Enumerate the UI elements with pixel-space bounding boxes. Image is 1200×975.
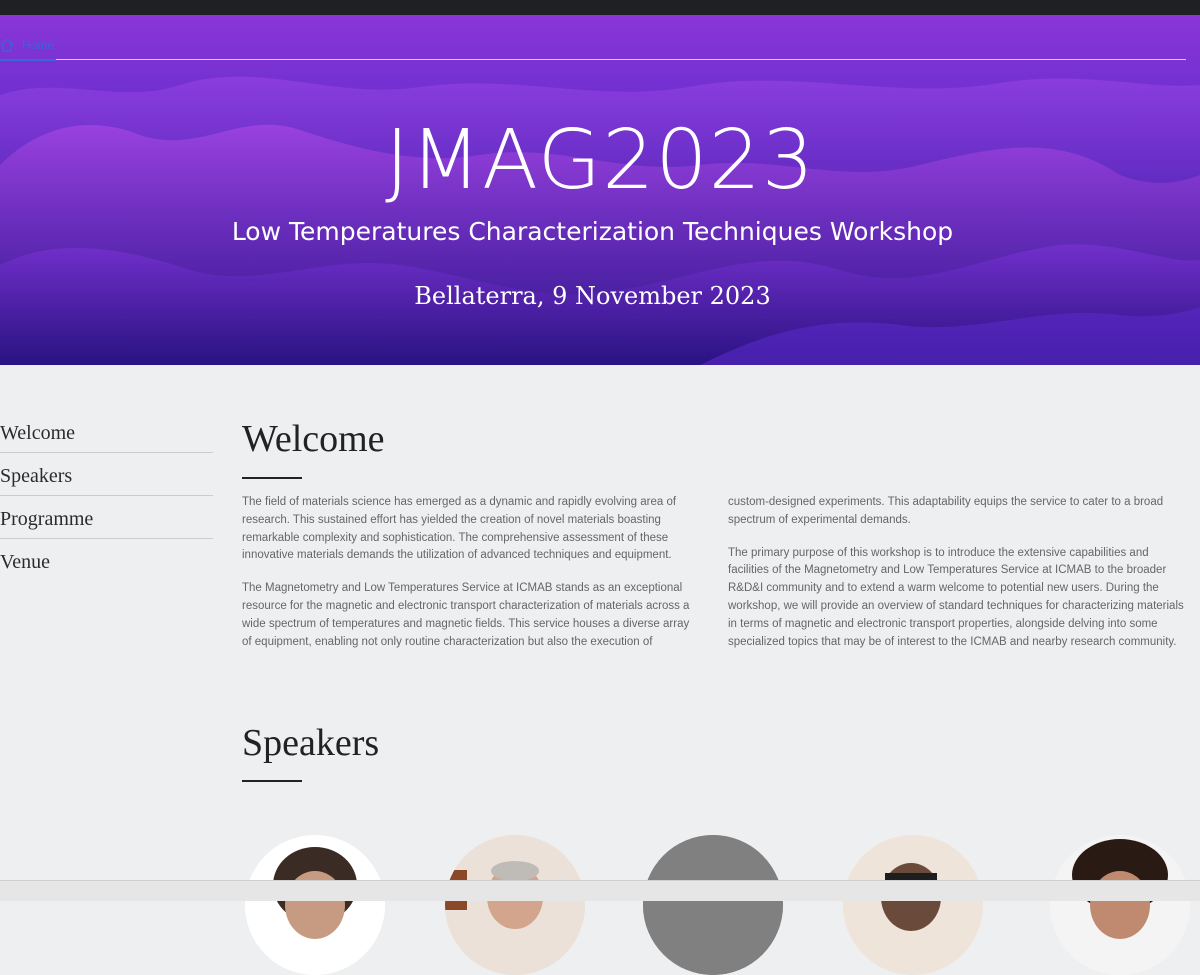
welcome-title-underline — [242, 477, 302, 479]
speaker-avatar[interactable] — [1050, 835, 1190, 975]
speaker-photo-icon — [843, 835, 983, 975]
welcome-paragraph: The primary purpose of this workshop is … — [728, 546, 1184, 648]
speaker-avatar[interactable] — [245, 835, 385, 975]
speaker-avatar[interactable] — [843, 835, 983, 975]
sidebar-item-venue[interactable]: Venue — [0, 539, 213, 581]
welcome-title: Welcome — [242, 418, 385, 460]
browser-bottom-bar — [0, 880, 1200, 901]
welcome-paragraph: The field of materials science has emerg… — [242, 496, 677, 562]
speaker-photo-icon — [445, 835, 585, 975]
home-icon[interactable] — [0, 38, 14, 52]
speaker-avatar[interactable] — [445, 835, 585, 975]
speaker-photo-icon — [1050, 835, 1190, 975]
speaker-avatar-placeholder[interactable] — [643, 835, 783, 975]
welcome-paragraph: The Magnetometry and Low Temperatures Se… — [242, 582, 690, 648]
sidebar-nav: Welcome Speakers Programme Venue — [0, 410, 213, 581]
active-nav-indicator — [0, 59, 56, 61]
hero-title: JMAG2023 — [385, 113, 815, 208]
sidebar-item-programme[interactable]: Programme — [0, 496, 213, 539]
sidebar-item-speakers[interactable]: Speakers — [0, 453, 213, 496]
placeholder-avatar-icon — [643, 835, 783, 975]
top-nav: Home — [0, 29, 54, 61]
speakers-title: Speakers — [242, 722, 380, 764]
sidebar-item-welcome[interactable]: Welcome — [0, 410, 213, 453]
hero-date: Bellaterra, 9 November 2023 — [414, 282, 771, 310]
welcome-paragraph: custom-designed experiments. This adapta… — [728, 496, 1164, 526]
browser-top-bar — [0, 0, 1200, 15]
welcome-column-left: The field of materials science has emerg… — [242, 494, 700, 666]
hero-banner: Home JMAG2023 Low Temperatures Character… — [0, 15, 1200, 365]
hero-subtitle: Low Temperatures Characterization Techni… — [231, 217, 954, 246]
speakers-title-underline — [242, 780, 302, 782]
nav-home-link[interactable]: Home — [22, 38, 54, 52]
welcome-column-right: custom-designed experiments. This adapta… — [728, 494, 1186, 666]
nav-divider — [56, 59, 1186, 60]
speaker-photo-icon — [245, 835, 385, 975]
